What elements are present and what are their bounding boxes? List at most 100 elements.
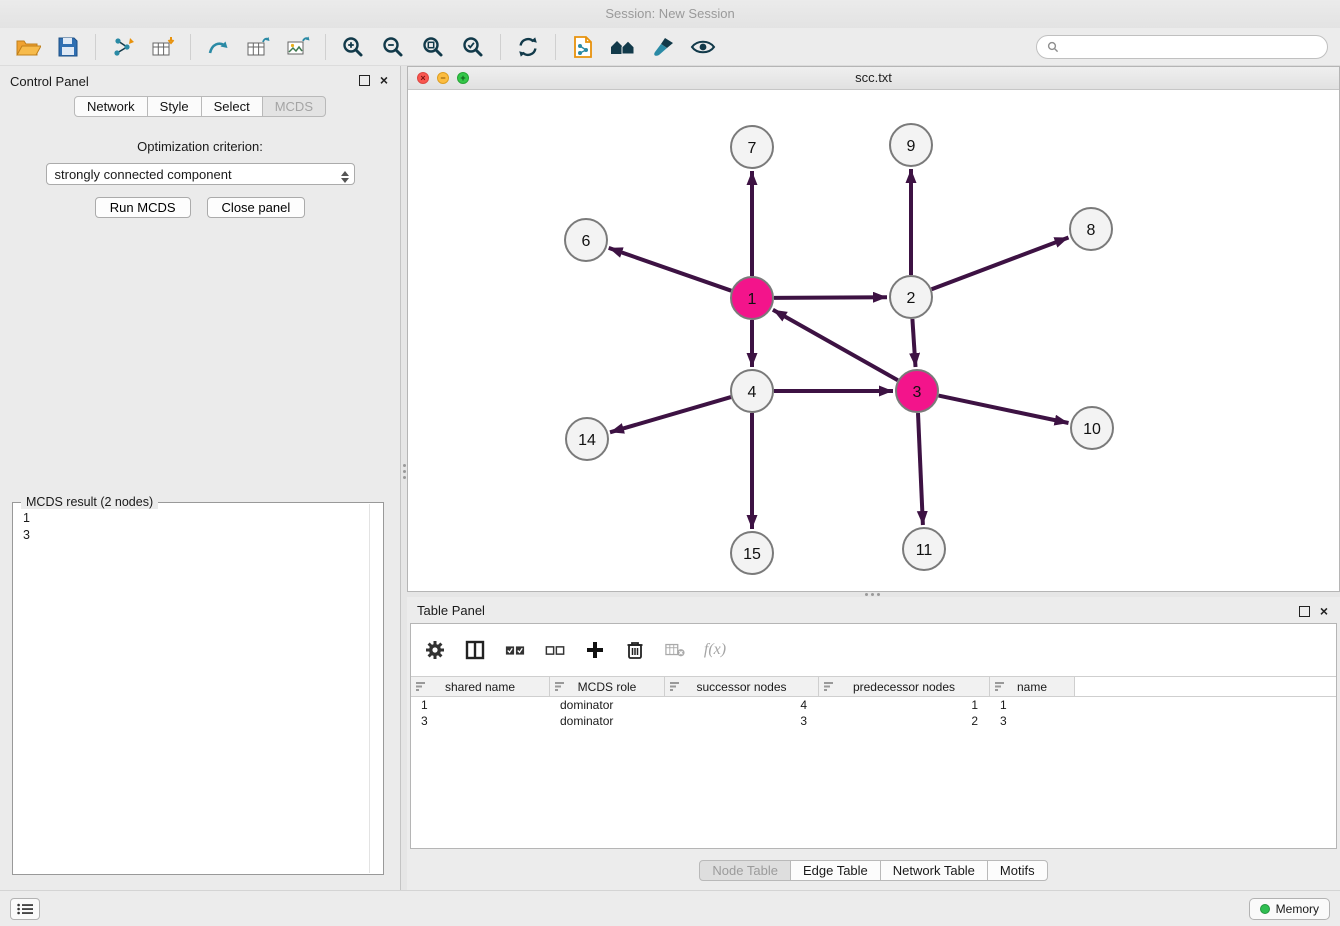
table-panel-close-button[interactable]: ×	[1320, 605, 1328, 617]
network-graph[interactable]: 7 9 6 8 1 2 4 3 14 10 15 11	[408, 89, 1339, 591]
delete-table-button[interactable]	[665, 642, 685, 658]
graph-node-10[interactable]: 10	[1071, 407, 1113, 449]
graph-node-1[interactable]: 1	[731, 277, 773, 319]
tab-network-table[interactable]: Network Table	[880, 860, 988, 881]
select-all-icon	[505, 644, 525, 657]
zoom-selected-button[interactable]	[453, 31, 493, 63]
graph-edge-3-11[interactable]	[918, 413, 923, 525]
table-row[interactable]: 3dominator323	[411, 713, 1336, 729]
network-view-titlebar: × − + scc.txt	[408, 67, 1339, 90]
graph-edge-2-3[interactable]	[912, 319, 915, 367]
deselect-all-button[interactable]	[545, 644, 565, 657]
graph-node-4[interactable]: 4	[731, 370, 773, 412]
table-panel: Table Panel ×	[407, 597, 1340, 890]
import-network-button[interactable]	[103, 31, 143, 63]
graph-node-8[interactable]: 8	[1070, 208, 1112, 250]
graph-node-3[interactable]: 3	[896, 370, 938, 412]
sort-icon	[416, 682, 425, 691]
tab-style[interactable]: Style	[147, 96, 202, 117]
table-settings-button[interactable]	[425, 640, 445, 660]
svg-text:1: 1	[748, 291, 757, 308]
run-mcds-button[interactable]: Run MCDS	[95, 197, 191, 218]
tab-motifs[interactable]: Motifs	[987, 860, 1048, 881]
svg-text:15: 15	[743, 546, 761, 563]
mcds-result-box: MCDS result (2 nodes) 1 3	[12, 502, 384, 875]
window-title: Session: New Session	[605, 6, 734, 21]
trash-icon	[626, 640, 644, 660]
table-panel-float-button[interactable]	[1299, 606, 1310, 617]
sort-icon	[670, 682, 679, 691]
control-panel: Control Panel × Network Style Select MCD…	[0, 66, 401, 890]
window-minimize-button[interactable]: −	[437, 72, 449, 84]
tab-edge-table[interactable]: Edge Table	[790, 860, 881, 881]
graph-node-11[interactable]: 11	[903, 528, 945, 570]
close-panel-button[interactable]: Close panel	[207, 197, 306, 218]
graph-node-14[interactable]: 14	[566, 418, 608, 460]
network-clipboard-button[interactable]	[563, 31, 603, 63]
table-row[interactable]: 1dominator411	[411, 697, 1336, 713]
home-panels-button[interactable]	[603, 31, 643, 63]
export-image-button[interactable]	[278, 31, 318, 63]
import-table-button[interactable]	[143, 31, 183, 63]
graph-node-7[interactable]: 7	[731, 126, 773, 168]
show-columns-button[interactable]	[465, 640, 485, 660]
tab-network[interactable]: Network	[74, 96, 148, 117]
select-all-button[interactable]	[505, 644, 525, 657]
graph-node-6[interactable]: 6	[565, 219, 607, 261]
task-history-button[interactable]	[10, 898, 40, 920]
column-header-successor-nodes[interactable]: successor nodes	[665, 677, 819, 696]
export-image-icon	[286, 36, 310, 58]
svg-text:10: 10	[1083, 421, 1101, 438]
add-column-button[interactable]	[585, 641, 605, 659]
graph-edge-3-10[interactable]	[939, 396, 1069, 423]
search-input[interactable]	[1065, 39, 1317, 56]
eye-icon	[690, 38, 716, 56]
table-cell: 3	[990, 714, 1075, 728]
graph-edge-4-14[interactable]	[610, 397, 731, 432]
graph-edge-3-1[interactable]	[773, 310, 898, 380]
control-panel-float-button[interactable]	[359, 75, 370, 86]
zoom-fit-icon	[422, 36, 444, 58]
zoom-in-button[interactable]	[333, 31, 373, 63]
column-header-shared-name[interactable]: shared name	[411, 677, 550, 696]
zoom-out-icon	[382, 36, 404, 58]
save-session-button[interactable]	[48, 31, 88, 63]
column-header-name[interactable]: name	[990, 677, 1075, 696]
control-panel-tabs: Network Style Select MCDS	[0, 96, 400, 117]
control-panel-close-button[interactable]: ×	[380, 74, 388, 86]
column-header-predecessor-nodes[interactable]: predecessor nodes	[819, 677, 990, 696]
toolbar-separator	[500, 34, 501, 60]
tab-select[interactable]: Select	[201, 96, 263, 117]
network-view-title: scc.txt	[855, 70, 892, 85]
window-zoom-button[interactable]: +	[457, 72, 469, 84]
apply-style-button[interactable]	[643, 31, 683, 63]
delete-column-button[interactable]	[625, 640, 645, 660]
delete-table-icon	[665, 642, 685, 658]
memory-button[interactable]: Memory	[1249, 898, 1330, 920]
export-network-button[interactable]	[198, 31, 238, 63]
mcds-result-lines: 1 3	[13, 503, 383, 551]
export-table-button[interactable]	[238, 31, 278, 63]
graph-edge-2-8[interactable]	[932, 238, 1069, 290]
graph-node-2[interactable]: 2	[890, 276, 932, 318]
tab-node-table[interactable]: Node Table	[699, 860, 791, 881]
column-header-mcds-role[interactable]: MCDS role	[550, 677, 665, 696]
graph-node-9[interactable]: 9	[890, 124, 932, 166]
tab-mcds[interactable]: MCDS	[262, 96, 326, 117]
optimization-criterion-label: Optimization criterion:	[0, 139, 400, 154]
show-hide-button[interactable]	[683, 31, 723, 63]
zoom-out-button[interactable]	[373, 31, 413, 63]
function-builder-button[interactable]: f(x)	[705, 641, 725, 659]
refresh-view-button[interactable]	[508, 31, 548, 63]
table-panel-tabs: Node Table Edge Table Network Table Moti…	[407, 860, 1340, 881]
window-close-button[interactable]: ×	[417, 72, 429, 84]
gear-icon	[425, 640, 445, 660]
open-session-button[interactable]	[8, 31, 48, 63]
zoom-fit-button[interactable]	[413, 31, 453, 63]
graph-edge-1-2[interactable]	[774, 297, 887, 298]
network-canvas[interactable]: 7 9 6 8 1 2 4 3 14 10 15 11	[408, 89, 1339, 591]
graph-node-15[interactable]: 15	[731, 532, 773, 574]
splitter-handle-icon	[865, 593, 868, 596]
criterion-dropdown[interactable]: strongly connected component	[46, 163, 355, 185]
graph-edge-1-6[interactable]	[609, 248, 732, 291]
